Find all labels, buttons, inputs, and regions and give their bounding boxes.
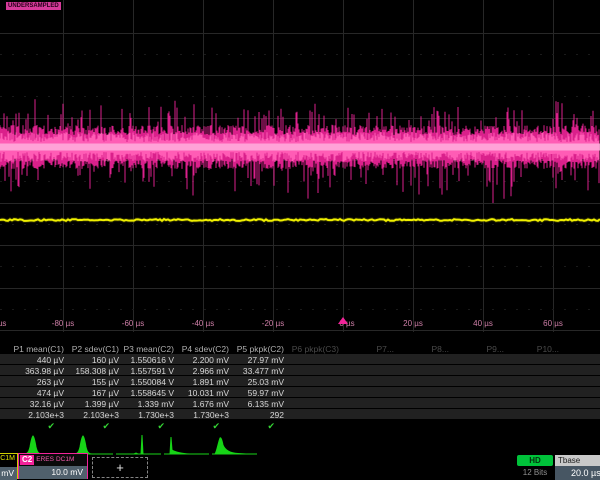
parameter-value: 1.676 mV [177,399,229,409]
trigger-time-marker[interactable] [338,317,348,324]
timebase-descriptor[interactable]: Tbase 20.0 µs [555,455,600,480]
time-axis-label: -40 µs [192,319,214,328]
parameter-header[interactable]: P1 mean(C1) [12,344,64,354]
parameter-value: 6.135 mV [232,399,284,409]
c2-descriptor[interactable]: C2 ERES DC1M 10.0 mV [18,453,88,479]
parameter-value: 474 µV [12,388,64,398]
timebase-value: 20.0 µs [555,466,600,480]
c1-scale: 10.0 mV [0,467,17,480]
oscilloscope-screen: UNDERSAMPLED -100 µs -80 µs -60 µs -40 µs -2… [0,0,600,480]
timebase-title: Tbase [555,455,600,466]
parameter-value: 2.103e+3 [12,410,64,420]
undersampled-warning: UNDERSAMPLED [6,2,61,10]
histicon-spike-left-tail[interactable] [164,431,210,456]
parameter-header[interactable]: P2 sdev(C1) [67,344,119,354]
measure-column: P4 sdev(C2)2.200 mV2.966 mV1.891 mV10.03… [177,343,232,435]
parameter-header[interactable]: P4 sdev(C2) [177,344,229,354]
parameter-value: 1.399 µV [67,399,119,409]
parameter-value: 2.966 mV [177,366,229,376]
c2-channel-badge: C2 [20,455,34,465]
status-check-icon: ✔ [232,421,275,431]
c2-trace[interactable] [0,99,600,203]
parameter-value: 27.97 mV [232,355,284,365]
waveform-area [0,0,600,334]
parameter-value: 2.200 mV [177,355,229,365]
parameter-header[interactable]: P3 mean(C2) [122,344,174,354]
parameter-value: 10.031 mV [177,388,229,398]
parameter-header[interactable]: P10... [507,344,559,354]
hd-mode-badge[interactable]: HD [517,455,553,466]
time-axis-label: -20 µs [262,319,284,328]
parameter-value: 32.16 µV [12,399,64,409]
parameter-value: 1.550616 V [122,355,174,365]
parameter-value: 1.339 mV [122,399,174,409]
histicon-spike-right[interactable] [116,431,162,456]
measure-column: P7... [342,343,397,435]
parameter-header[interactable]: P11 [562,344,600,354]
parameter-value: 1.891 mV [177,377,229,387]
time-axis-label: -100 µs [0,319,6,328]
parameter-header[interactable]: P6 pkpk(C3) [287,344,339,354]
time-axis-label: 60 µs [543,319,563,328]
measure-column: P5 pkpk(C2)27.97 mV33.477 mV25.03 mV59.9… [232,343,287,435]
parameter-value: 1.557591 V [122,366,174,376]
parameter-value: 292 [232,410,284,420]
measure-column: P8... [397,343,452,435]
parameter-value: 1.730e+3 [122,410,174,420]
c2-eres-badge: ERES [36,455,54,465]
status-check-icon: ✔ [67,421,110,431]
hd-bits-label: 12 Bits [517,468,553,477]
parameter-value: 263 µV [12,377,64,387]
time-axis-label: 40 µs [473,319,493,328]
parameter-header[interactable]: P8... [397,344,449,354]
c1-trace[interactable] [0,219,600,221]
time-axis-label: 20 µs [403,319,423,328]
parameter-header[interactable]: P7... [342,344,394,354]
add-channel-button[interactable]: + [92,457,148,478]
parameter-value: 1.558645 V [122,388,174,398]
parameter-value: 155 µV [67,377,119,387]
parameter-value: 1.730e+3 [177,410,229,420]
measure-column: P11 [562,343,600,435]
status-check-icon: ✔ [177,421,220,431]
measure-column: P10... [507,343,562,435]
parameter-value: 158.308 µV [67,366,119,376]
histicon-bell-tail[interactable] [212,431,258,456]
measure-column: P9... [452,343,507,435]
parameter-value: 160 µV [67,355,119,365]
parameter-value: 59.97 mV [232,388,284,398]
parameter-header[interactable]: P5 pkpk(C2) [232,344,284,354]
measure-column: P2 sdev(C1)160 µV158.308 µV155 µV167 µV1… [67,343,122,435]
parameter-value: 440 µV [12,355,64,365]
c2-coupling: DC1M [56,455,74,465]
time-axis-label: -60 µs [122,319,144,328]
measure-column: P3 mean(C2)1.550616 V1.557591 V1.550084 … [122,343,177,435]
measure-column: P6 pkpk(C3) [287,343,342,435]
c1-descriptor[interactable]: DC1M 10.0 mV [0,453,18,479]
parameter-header[interactable]: P9... [452,344,504,354]
parameter-value: 363.98 µV [12,366,64,376]
parameter-value: 1.550084 V [122,377,174,387]
status-check-icon: ✔ [122,421,165,431]
status-check-icon: ✔ [12,421,55,431]
time-axis-label: -80 µs [52,319,74,328]
parameter-value: 33.477 mV [232,366,284,376]
measure-column: P1 mean(C1)440 µV363.98 µV263 µV474 µV32… [12,343,67,435]
parameter-value: 2.103e+3 [67,410,119,420]
c1-coupling: DC1M [0,454,17,467]
c2-scale: 10.0 mV [19,466,87,479]
parameter-value: 25.03 mV [232,377,284,387]
parameter-value: 167 µV [67,388,119,398]
